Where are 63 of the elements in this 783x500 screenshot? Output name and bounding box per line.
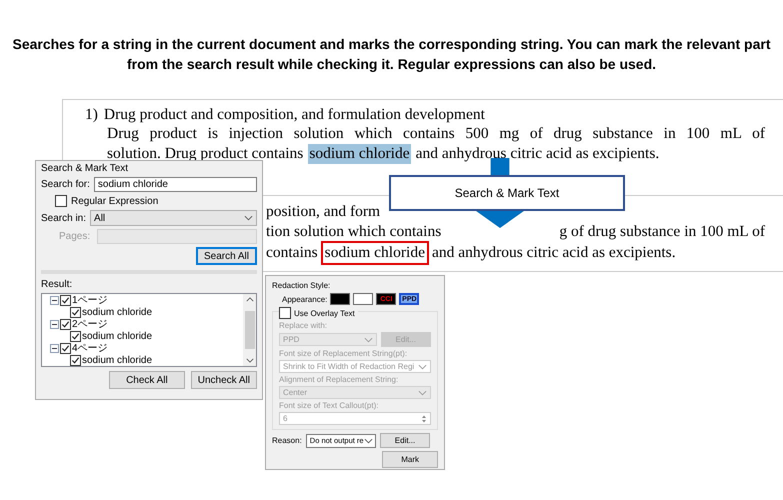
field-label: Alignment of Replacement String: bbox=[279, 375, 400, 384]
tree-item[interactable]: sodium chloride bbox=[82, 354, 152, 366]
field-label: Pages: bbox=[58, 231, 92, 242]
scroll-down-icon[interactable] bbox=[246, 358, 254, 363]
field-label: Search in: bbox=[41, 212, 86, 224]
field-label: Font size of Replacement String(pt): bbox=[279, 349, 408, 358]
tree-item[interactable]: 1ページ bbox=[72, 294, 108, 307]
edit-button[interactable]: Edit... bbox=[380, 433, 430, 448]
checkbox[interactable] bbox=[70, 306, 81, 318]
body-text: contains bbox=[266, 243, 318, 263]
section-title: Redaction Style: bbox=[272, 281, 332, 290]
result-label: Result: bbox=[41, 279, 74, 290]
body-text: tion solution which contains bbox=[266, 222, 442, 242]
body-text: position, and form bbox=[266, 202, 380, 222]
checkbox[interactable] bbox=[60, 294, 71, 306]
chevron-down-icon bbox=[364, 336, 373, 342]
solid-swatch[interactable] bbox=[330, 293, 350, 305]
search-all-button[interactable]: Search All bbox=[196, 247, 257, 265]
callout-label: Search & Mark Text bbox=[389, 175, 625, 211]
chevron-down-icon bbox=[418, 364, 427, 370]
checkbox[interactable] bbox=[60, 342, 71, 354]
search-field[interactable]: sodium chloride bbox=[94, 177, 257, 192]
field-label: Replace with: bbox=[279, 321, 328, 330]
check-all-button[interactable]: Check All bbox=[109, 371, 185, 389]
chevron-down-icon bbox=[244, 215, 253, 221]
checkbox[interactable] bbox=[70, 330, 81, 342]
spinner-arrows-icon[interactable] bbox=[421, 414, 427, 424]
body-text: and anhydrous citric acid as excipients. bbox=[416, 144, 660, 164]
heading-number: 1) bbox=[85, 105, 98, 124]
blank-swatch[interactable] bbox=[353, 293, 374, 305]
scroll-up-icon[interactable] bbox=[246, 297, 254, 302]
checkbox[interactable] bbox=[60, 318, 71, 330]
collapse-icon[interactable] bbox=[50, 296, 59, 304]
field-label: Font size of Text Callout(pt): bbox=[279, 401, 380, 410]
body-text: and anhydrous citric acid as excipients. bbox=[432, 243, 676, 263]
checkbox[interactable] bbox=[279, 307, 291, 319]
dialog-title: Search & Mark Text bbox=[41, 163, 130, 174]
uncheck-all-button[interactable]: Uncheck All bbox=[190, 371, 257, 389]
search-in-dropdown[interactable]: All bbox=[90, 210, 257, 226]
tree-item[interactable]: sodium chloride bbox=[82, 330, 152, 342]
tree-item[interactable]: sodium chloride bbox=[82, 306, 152, 318]
heading-text: Drug product and composition, and formulation development bbox=[104, 105, 485, 124]
checkbox-label: Regular Expression bbox=[71, 196, 158, 206]
field-label: Reason: bbox=[272, 436, 302, 445]
scrollbar[interactable] bbox=[243, 294, 256, 366]
body-text: solution. Drug product contains bbox=[107, 144, 304, 164]
checkbox[interactable] bbox=[70, 354, 81, 366]
chevron-down-icon bbox=[364, 438, 373, 444]
tree-item[interactable]: 2ページ bbox=[72, 317, 108, 331]
tree-item[interactable]: 4ページ bbox=[72, 341, 108, 355]
highlighted-text: sodium chloride bbox=[308, 144, 411, 164]
checkbox[interactable] bbox=[55, 195, 67, 207]
collapse-icon[interactable] bbox=[50, 320, 59, 328]
body-text: Drug product is injection solution which contains 500 mg of drug substance in 100 mL of bbox=[107, 125, 765, 142]
mark-button[interactable]: Mark bbox=[382, 451, 438, 468]
checkbox-label: Use Overlay Text bbox=[294, 308, 355, 318]
collapse-icon[interactable] bbox=[50, 344, 59, 352]
marked-text: sodium chloride bbox=[322, 243, 427, 263]
field-label: Appearance: bbox=[282, 294, 328, 304]
field-label: Search for: bbox=[41, 179, 90, 190]
caption-text: Searches for a string in the current document and marks the corresponding string. You can mark the relevant part from the search result while checking it. Regular expressions can also be used. bbox=[11, 35, 772, 74]
chevron-down-icon bbox=[418, 390, 427, 396]
body-text: g of drug substance in 100 mL of bbox=[559, 222, 765, 242]
